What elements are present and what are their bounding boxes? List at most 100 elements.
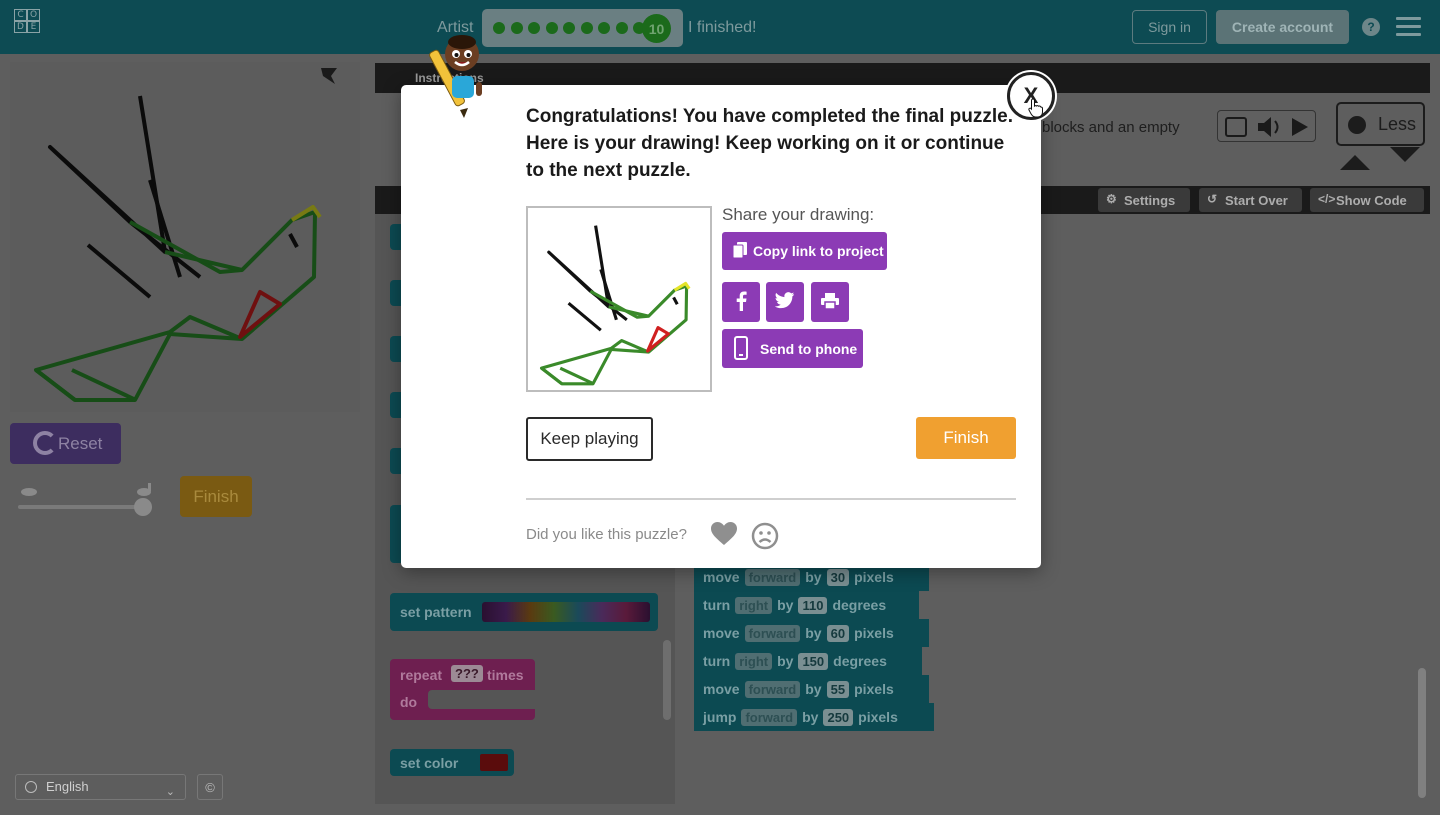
value-field[interactable]: 150 bbox=[798, 652, 829, 670]
block-unit: degrees bbox=[833, 653, 887, 669]
progress-dot[interactable] bbox=[528, 22, 540, 34]
code-org-logo[interactable]: C O D E bbox=[14, 9, 53, 46]
logo-blank bbox=[40, 21, 53, 33]
logo-letter: E bbox=[27, 21, 40, 33]
drawing-preview-small bbox=[539, 225, 691, 386]
send-to-phone-button[interactable]: Send to phone bbox=[722, 329, 863, 368]
turtle-icon bbox=[18, 484, 40, 496]
value-field[interactable]: 60 bbox=[826, 624, 850, 642]
direction-dropdown[interactable]: right bbox=[735, 652, 773, 670]
value-field[interactable]: 55 bbox=[826, 680, 850, 698]
progress-dot[interactable] bbox=[510, 22, 523, 34]
finish-button-background[interactable]: Finish bbox=[180, 476, 252, 517]
block-verb: jump bbox=[703, 709, 737, 725]
direction-dropdown[interactable]: forward bbox=[744, 680, 801, 698]
level-progress: 10 bbox=[482, 9, 683, 47]
play-icon[interactable] bbox=[1288, 115, 1310, 137]
twitter-share-button[interactable] bbox=[766, 282, 804, 322]
block-unit: pixels bbox=[854, 625, 894, 641]
less-button[interactable]: Less bbox=[1336, 102, 1425, 146]
drawing-canvas bbox=[10, 62, 360, 412]
speed-slider-handle[interactable] bbox=[134, 498, 152, 516]
repeat-count-field[interactable]: ??? bbox=[451, 665, 483, 682]
show-code-label: Show Code bbox=[1336, 192, 1407, 208]
value-field[interactable]: 250 bbox=[823, 708, 854, 726]
help-icon[interactable]: ? bbox=[1362, 18, 1380, 36]
current-level-badge[interactable]: 10 bbox=[642, 14, 671, 43]
copyright-icon[interactable]: © bbox=[197, 774, 223, 800]
direction-dropdown[interactable]: forward bbox=[744, 624, 801, 642]
dialog-message: Congratulations! You have completed the … bbox=[526, 106, 1014, 181]
progress-dot[interactable] bbox=[580, 22, 593, 34]
completion-dialog: Congratulations! You have completed the … bbox=[401, 85, 1041, 568]
chevron-down-icon: ⌄ bbox=[165, 786, 175, 798]
settings-button[interactable]: ⚙ Settings bbox=[1098, 188, 1190, 212]
code-block-jump[interactable]: jump forward by 250 pixels bbox=[694, 703, 934, 731]
turtle-cursor-icon bbox=[317, 64, 339, 86]
heart-icon[interactable] bbox=[710, 521, 738, 547]
toolbox-scrollbar[interactable] bbox=[663, 640, 671, 720]
dialog-divider bbox=[526, 498, 1016, 500]
block-by-label: by bbox=[805, 625, 822, 641]
block-by-label: by bbox=[777, 597, 794, 613]
rabbit-icon bbox=[134, 482, 156, 496]
show-code-button[interactable]: </> Show Code bbox=[1310, 188, 1424, 212]
hamburger-menu-icon[interactable] bbox=[1396, 17, 1421, 37]
finished-label[interactable]: I finished! bbox=[688, 19, 756, 37]
sad-face-icon[interactable] bbox=[751, 522, 779, 550]
code-block-turn[interactable]: turn right by 150 degrees bbox=[694, 647, 922, 675]
color-swatch[interactable] bbox=[480, 754, 508, 771]
text-to-speech-icon[interactable] bbox=[1225, 117, 1245, 135]
chevron-up-circle-icon bbox=[1348, 116, 1366, 134]
finish-button[interactable]: Finish bbox=[916, 417, 1016, 459]
block-verb: move bbox=[703, 569, 740, 585]
speaker-icon[interactable] bbox=[1255, 115, 1281, 137]
value-field[interactable]: 30 bbox=[826, 568, 850, 586]
reset-button[interactable]: Reset bbox=[10, 423, 121, 464]
block-verb: turn bbox=[703, 653, 731, 669]
set-pattern-block[interactable]: set pattern bbox=[390, 593, 658, 631]
sign-in-button[interactable]: Sign in bbox=[1132, 10, 1207, 44]
facebook-share-button[interactable] bbox=[722, 282, 760, 322]
scroll-up-icon[interactable] bbox=[1340, 155, 1370, 170]
start-over-button[interactable]: ↺ Start Over bbox=[1199, 188, 1302, 212]
value-field[interactable]: 110 bbox=[798, 596, 828, 614]
progress-dot[interactable] bbox=[615, 22, 628, 34]
language-select[interactable]: English ⌄ bbox=[15, 774, 186, 800]
print-button[interactable] bbox=[811, 282, 849, 322]
scroll-down-icon[interactable] bbox=[1390, 147, 1420, 162]
drawing-preview-large bbox=[34, 95, 322, 402]
block-verb: turn bbox=[703, 597, 731, 613]
keep-playing-button[interactable]: Keep playing bbox=[526, 417, 653, 461]
progress-dot[interactable] bbox=[563, 22, 575, 34]
twitter-icon bbox=[774, 292, 795, 312]
set-color-block[interactable]: set color bbox=[390, 749, 514, 776]
facebook-icon bbox=[735, 291, 747, 314]
logo-letter: O bbox=[27, 9, 40, 21]
undo-icon: ↺ bbox=[1207, 192, 1218, 206]
block-unit: degrees bbox=[832, 597, 887, 613]
progress-dot[interactable] bbox=[598, 22, 610, 34]
do-label: do bbox=[400, 694, 418, 710]
code-block-turn[interactable]: turn right by 110 degrees bbox=[694, 591, 919, 619]
block-by-label: by bbox=[805, 569, 822, 585]
create-account-button[interactable]: Create account bbox=[1216, 10, 1349, 44]
code-block-move[interactable]: move forward by 55 pixels bbox=[694, 675, 929, 703]
progress-dot[interactable] bbox=[545, 22, 558, 34]
less-label: Less bbox=[1378, 113, 1417, 134]
set-pattern-label: set pattern bbox=[400, 604, 472, 620]
times-label: times bbox=[487, 667, 524, 683]
block-unit: pixels bbox=[854, 681, 894, 697]
globe-icon bbox=[25, 781, 37, 793]
speed-slider-track[interactable] bbox=[18, 505, 152, 509]
pattern-swatch[interactable] bbox=[482, 602, 650, 622]
direction-dropdown[interactable]: right bbox=[735, 596, 773, 614]
code-block-move[interactable]: move forward by 60 pixels bbox=[694, 619, 929, 647]
hand-cursor-icon bbox=[1028, 98, 1044, 118]
artist-mascot-icon bbox=[424, 30, 496, 125]
printer-icon bbox=[821, 292, 839, 312]
copy-link-button[interactable]: Copy link to project bbox=[722, 232, 887, 270]
direction-dropdown[interactable]: forward bbox=[744, 568, 801, 586]
direction-dropdown[interactable]: forward bbox=[741, 708, 798, 726]
workspace-scrollbar[interactable] bbox=[1418, 668, 1426, 798]
